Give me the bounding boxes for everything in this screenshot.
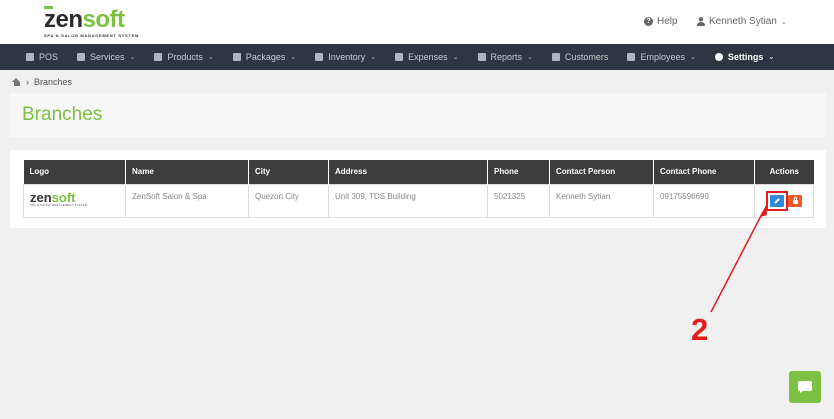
nav-item-reports[interactable]: Reports ⌄: [477, 52, 533, 62]
branch-actions-cell: [754, 183, 814, 218]
lock-icon: [792, 197, 798, 204]
app-logo[interactable]: zensoft SPA & SALON MANAGEMENT SYSTEM: [44, 6, 139, 38]
services-icon: [77, 53, 86, 61]
page-title: Branches: [22, 104, 103, 125]
inventory-icon: [315, 53, 324, 61]
help-label: Help: [657, 16, 678, 27]
nav-item-pos[interactable]: POS: [26, 52, 58, 62]
top-header: zensoft SPA & SALON MANAGEMENT SYSTEM ? …: [0, 0, 834, 44]
branch-phone-cell: 5021325: [487, 183, 550, 218]
branches-table: Logo Name City Address Phone Contact Per…: [23, 160, 814, 218]
nav-item-services[interactable]: Services ⌄: [77, 52, 135, 62]
column-header-actions: Actions: [754, 160, 814, 184]
chevron-down-icon: ⌄: [689, 54, 696, 61]
chevron-down-icon: ⌄: [370, 54, 377, 61]
breadcrumb: › Branches: [12, 77, 72, 87]
chevron-down-icon: ⌄: [290, 54, 297, 61]
pencil-icon: [774, 197, 780, 204]
title-panel: Branches: [10, 93, 826, 137]
nav-item-customers[interactable]: Customers: [551, 52, 608, 62]
pos-icon: [26, 53, 34, 61]
column-header-address: Address: [328, 160, 488, 184]
column-header-contact-person: Contact Person: [549, 160, 654, 184]
chevron-down-icon: ⌄: [780, 18, 787, 26]
employees-icon: [627, 53, 636, 61]
table-header-row: Logo Name City Address Phone Contact Per…: [23, 160, 814, 184]
branch-contact-person-cell: Kenneth Sytian: [549, 183, 654, 218]
user-icon: [697, 17, 705, 26]
help-icon: ?: [644, 17, 653, 26]
table-row: zensoft SPA & SALON MANAGEMENT SYSTEM Ze…: [23, 183, 814, 218]
chevron-down-icon: ⌄: [527, 54, 533, 61]
branch-logo-cell: zensoft SPA & SALON MANAGEMENT SYSTEM: [23, 183, 126, 218]
breadcrumb-current: Branches: [34, 77, 73, 87]
user-name: Kenneth Sytian: [709, 16, 777, 27]
step-number: 2: [691, 312, 709, 347]
logo-tagline: SPA & SALON MANAGEMENT SYSTEM: [44, 33, 139, 38]
delete-button[interactable]: [788, 194, 802, 207]
nav-item-inventory[interactable]: Inventory ⌄: [315, 52, 376, 62]
edit-button[interactable]: [770, 194, 784, 207]
expenses-icon: [395, 53, 404, 61]
column-header-logo: Logo: [23, 160, 126, 184]
chevron-down-icon: ⌄: [768, 54, 775, 61]
branch-address-cell: Unit 309, TDS Building: [328, 183, 488, 218]
user-menu[interactable]: Kenneth Sytian ⌄: [697, 16, 787, 27]
branch-logo-tagline: SPA & SALON MANAGEMENT SYSTEM: [30, 203, 88, 207]
reports-icon: [477, 53, 486, 61]
home-icon[interactable]: [12, 78, 21, 86]
gear-icon: [714, 53, 723, 61]
nav-item-products[interactable]: Products ⌄: [154, 52, 214, 62]
chat-button[interactable]: [789, 371, 821, 403]
branch-name-cell: ZenSoft Salon & Spa: [125, 183, 249, 218]
nav-item-employees[interactable]: Employees ⌄: [627, 52, 696, 62]
branch-logo: zensoft: [30, 189, 76, 205]
branches-panel: Logo Name City Address Phone Contact Per…: [10, 150, 826, 228]
packages-icon: [232, 53, 241, 61]
column-header-phone: Phone: [487, 160, 550, 184]
branch-city-cell: Quezon City: [248, 183, 329, 218]
column-header-name: Name: [125, 160, 249, 184]
nav-item-expenses[interactable]: Expenses ⌄: [395, 52, 459, 62]
chevron-down-icon: ⌄: [452, 54, 459, 61]
chevron-down-icon: ⌄: [207, 54, 214, 61]
column-header-city: City: [248, 160, 329, 184]
products-icon: [154, 53, 163, 61]
help-link[interactable]: ? Help: [644, 16, 678, 27]
chevron-down-icon: ⌄: [129, 54, 136, 61]
main-nav: POS Services ⌄ Products ⌄ Packages ⌄ Inv…: [0, 44, 834, 70]
column-header-contact-phone: Contact Phone: [653, 160, 755, 184]
edit-highlight-box: [766, 190, 788, 211]
branch-contact-phone-cell: 09175596699: [653, 183, 755, 218]
nav-item-settings[interactable]: Settings ⌄: [714, 52, 775, 62]
breadcrumb-separator: ›: [26, 77, 29, 87]
chat-icon: [798, 381, 812, 393]
nav-item-packages[interactable]: Packages ⌄: [232, 52, 297, 62]
customers-icon: [551, 53, 560, 61]
